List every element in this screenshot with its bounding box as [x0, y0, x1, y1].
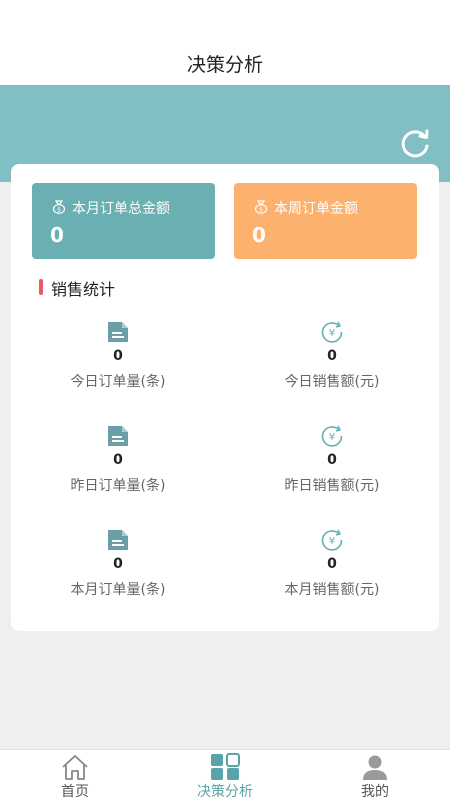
- month-total-value: 0: [50, 223, 64, 247]
- stats-panel: $ 本月订单总金额 0 $ 本周订单金额 0 销售统计 0 今日订单量(条) ¥: [11, 164, 439, 631]
- svg-text:$: $: [259, 207, 263, 214]
- refresh-icon[interactable]: [398, 126, 432, 160]
- stat-label: 昨日订单量(条): [70, 478, 166, 494]
- stat-value: 0: [327, 452, 337, 468]
- stat-value: 0: [113, 348, 123, 364]
- money-bag-icon: $: [52, 200, 66, 214]
- stat-label: 今日订单量(条): [70, 374, 166, 390]
- week-total-value: 0: [252, 223, 266, 247]
- week-total-label: 本周订单金额: [274, 201, 358, 217]
- stat-label: 今日销售额(元): [284, 374, 380, 390]
- home-icon: [62, 755, 88, 780]
- svg-text:¥: ¥: [329, 432, 335, 443]
- section-accent-bar: [39, 279, 43, 295]
- svg-text:$: $: [57, 207, 61, 214]
- document-icon: [108, 530, 128, 550]
- yen-refresh-icon: ¥: [321, 321, 343, 343]
- document-icon: [108, 322, 128, 342]
- header: 决策分析: [0, 0, 450, 85]
- month-total-label: 本月订单总金额: [72, 201, 170, 217]
- stat-value: 0: [113, 452, 123, 468]
- stat-value: 0: [113, 556, 123, 572]
- page-title: 决策分析: [186, 54, 263, 76]
- svg-text:¥: ¥: [329, 328, 335, 339]
- tab-mine[interactable]: 我的: [325, 750, 425, 800]
- user-icon: [363, 755, 387, 780]
- tab-home-label: 首页: [61, 784, 89, 800]
- yen-refresh-icon: ¥: [321, 529, 343, 551]
- week-total-card[interactable]: $ 本周订单金额 0: [234, 183, 417, 259]
- tab-analysis-label: 决策分析: [197, 784, 253, 800]
- month-total-card[interactable]: $ 本月订单总金额 0: [32, 183, 215, 259]
- tab-home[interactable]: 首页: [25, 750, 125, 800]
- section-title: 销售统计: [51, 280, 116, 299]
- stat-label: 本月销售额(元): [284, 582, 380, 598]
- tab-analysis[interactable]: 决策分析: [175, 750, 275, 800]
- stat-label: 昨日销售额(元): [284, 478, 380, 494]
- svg-text:¥: ¥: [329, 536, 335, 547]
- money-bag-icon: $: [254, 200, 268, 214]
- stat-value: 0: [327, 556, 337, 572]
- bottom-tab-bar: 首页 决策分析 我的: [0, 749, 450, 800]
- grid-icon: [211, 753, 240, 780]
- stat-value: 0: [327, 348, 337, 364]
- document-icon: [108, 426, 128, 446]
- yen-refresh-icon: ¥: [321, 425, 343, 447]
- tab-mine-label: 我的: [361, 784, 389, 800]
- stat-label: 本月订单量(条): [70, 582, 166, 598]
